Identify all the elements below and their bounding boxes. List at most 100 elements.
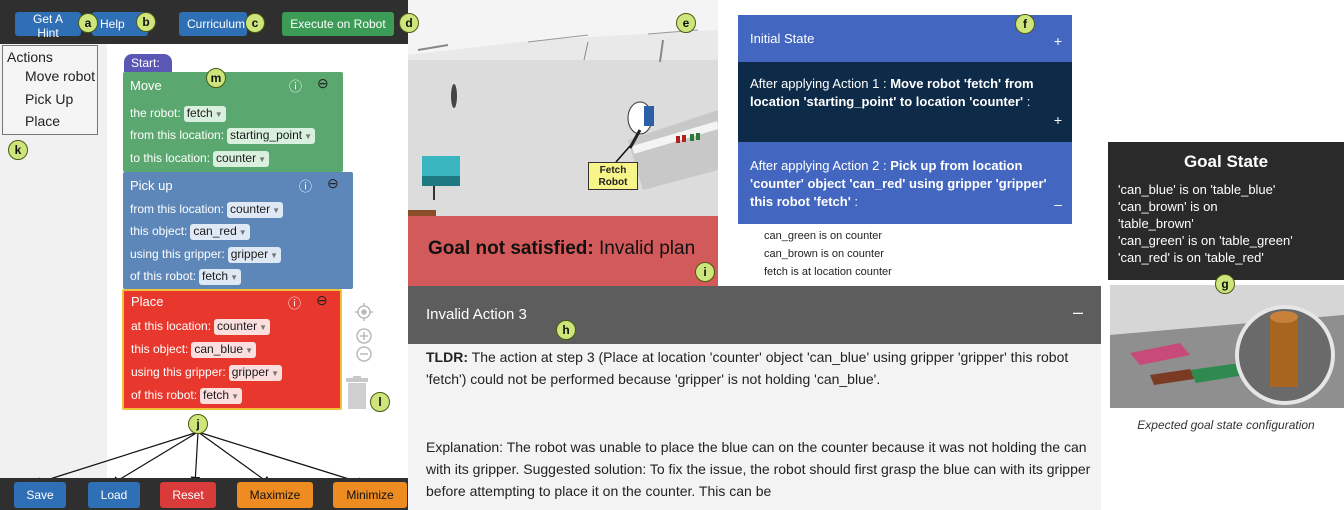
accordion-action-2[interactable]: After applying Action 2 : Pick up from l… <box>738 142 1072 224</box>
load-button[interactable]: Load <box>88 482 140 508</box>
info-icon[interactable]: ⓘ <box>299 176 312 195</box>
field-label: this object: <box>131 342 189 356</box>
collapse-icon[interactable]: ⊖ <box>316 292 328 309</box>
goal-line: 'table_brown' <box>1118 216 1194 231</box>
goal-line: 'can_red' is on 'table_red' <box>1118 250 1264 265</box>
save-button[interactable]: Save <box>14 482 66 508</box>
actions-menu: Actions Move robot Pick Up Place <box>2 45 98 135</box>
field-label: from this location: <box>130 202 225 216</box>
accordion-label: After applying Action 2 : <box>750 158 891 173</box>
expand-icon[interactable]: + <box>1054 33 1062 49</box>
accordion-label: Initial State <box>750 31 815 46</box>
field-label: to this location: <box>130 151 211 165</box>
goal-status-label: Goal not satisfied: <box>428 238 594 259</box>
simulation-scene <box>408 0 718 216</box>
robot-dropdown[interactable]: fetch ▼ <box>183 106 226 122</box>
field-label: from this location: <box>130 128 225 142</box>
annotation-marker: f <box>1015 14 1035 34</box>
zoom-controls <box>355 303 373 362</box>
annotation-marker: m <box>206 68 226 88</box>
execute-on-robot-button[interactable]: Execute on Robot <box>282 12 394 36</box>
explanation-paragraph: Explanation: The robot was unable to pla… <box>426 439 1091 499</box>
get-hint-button[interactable]: Get A Hint <box>15 12 81 40</box>
accordion-action-1[interactable]: After applying Action 1 : Move robot 'fe… <box>738 62 1072 142</box>
start-block[interactable]: Start: <box>124 54 172 72</box>
annotation-marker: g <box>1215 274 1235 294</box>
info-icon[interactable]: ⓘ <box>289 76 302 95</box>
reset-button[interactable]: Reset <box>160 482 216 508</box>
goal-line: 'can_brown' is on <box>1118 199 1218 214</box>
action-pick-up[interactable]: Pick Up <box>25 91 73 107</box>
block-title: Pick up <box>130 178 173 193</box>
annotation-marker: b <box>136 12 156 32</box>
location-dropdown[interactable]: counter ▼ <box>214 319 270 335</box>
gripper-dropdown[interactable]: gripper ▼ <box>227 247 281 263</box>
to-location-dropdown[interactable]: counter ▼ <box>213 151 269 167</box>
invalid-action-title: Invalid Action 3 <box>426 306 527 323</box>
gripper-dropdown[interactable]: gripper ▼ <box>228 365 282 381</box>
annotation-marker: j <box>188 414 208 434</box>
state-facts-list: can_green is on counter can_brown is on … <box>738 224 1072 286</box>
annotation-marker: a <box>78 13 98 33</box>
robot-dropdown[interactable]: fetch ▼ <box>200 388 242 404</box>
move-block[interactable]: Move ⓘ ⊖ the robot: fetch ▼ from this loca… <box>123 72 343 172</box>
place-block[interactable]: Place ⓘ ⊖ at this location: counter ▼ this… <box>122 289 342 410</box>
field-label: the robot: <box>130 106 181 120</box>
curriculum-button[interactable]: Curriculum <box>179 12 247 36</box>
goal-state-image <box>1110 285 1344 408</box>
collapse-icon[interactable]: – <box>1054 196 1062 212</box>
goal-state-title: Goal State <box>1183 152 1269 171</box>
goal-status-banner: Goal not satisfied: Invalid plan <box>408 216 718 286</box>
goal-image-caption: Expected goal state configuration <box>1137 418 1315 432</box>
annotation-marker: d <box>399 13 419 33</box>
maximize-button[interactable]: Maximize <box>237 482 313 508</box>
expand-icon[interactable]: + <box>1054 112 1062 128</box>
annotation-marker: l <box>370 392 390 412</box>
invalid-action-header[interactable]: Invalid Action 3 – <box>408 286 1101 344</box>
annotation-marker: e <box>676 13 696 33</box>
annotation-marker: c <box>245 13 265 33</box>
recenter-icon[interactable] <box>355 303 373 321</box>
list-item: fetch is at location counter <box>764 266 892 278</box>
annotation-marker: i <box>695 262 715 282</box>
list-item: can_brown is on counter <box>764 248 884 260</box>
zoom-out-icon[interactable] <box>356 346 372 362</box>
field-label: of this robot: <box>130 269 197 283</box>
accordion-label: After applying Action 1 : <box>750 76 891 91</box>
invalid-action-body: TLDR: The action at step 3 (Place at loc… <box>408 344 1101 510</box>
actions-menu-title: Actions <box>7 49 53 65</box>
field-label: using this gripper: <box>130 247 225 261</box>
block-title: Place <box>131 294 164 309</box>
goal-line: 'can_blue' is on 'table_blue' <box>1118 182 1276 197</box>
action-move-robot[interactable]: Move robot <box>25 68 95 84</box>
collapse-icon[interactable]: – <box>1073 302 1083 323</box>
object-dropdown[interactable]: can_blue ▼ <box>191 342 257 358</box>
annotation-marker: k <box>8 140 28 160</box>
from-location-dropdown[interactable]: starting_point ▼ <box>227 128 316 144</box>
list-item: can_green is on counter <box>764 230 883 242</box>
field-label: at this location: <box>131 319 212 333</box>
field-label: this object: <box>130 224 188 238</box>
collapse-icon[interactable]: ⊖ <box>317 75 329 92</box>
robot-dropdown[interactable]: fetch ▼ <box>199 269 241 285</box>
info-icon[interactable]: ⓘ <box>288 293 301 312</box>
collapse-icon[interactable]: ⊖ <box>327 175 339 192</box>
goal-status-text: Invalid plan <box>593 238 696 259</box>
simulation-view[interactable]: Fetch Robot <box>408 0 718 216</box>
bottom-toolbar: Save Load Reset Maximize Minimize <box>0 478 408 510</box>
goal-line: 'can_green' is on 'table_green' <box>1118 233 1293 248</box>
minimize-button[interactable]: Minimize <box>333 482 407 508</box>
annotation-marker: h <box>556 320 576 340</box>
goal-state-panel: Goal State 'can_blue' is on 'table_blue'… <box>1108 142 1344 280</box>
zoom-in-icon[interactable] <box>356 328 372 344</box>
tldr-paragraph: TLDR: The action at step 3 (Place at loc… <box>426 349 1069 387</box>
field-label: of this robot: <box>131 388 198 402</box>
object-dropdown[interactable]: can_red ▼ <box>190 224 250 240</box>
field-label: using this gripper: <box>131 365 226 379</box>
action-place[interactable]: Place <box>25 113 60 129</box>
trash-icon[interactable] <box>344 376 370 410</box>
location-dropdown[interactable]: counter ▼ <box>227 202 283 218</box>
fetch-robot-label: Fetch Robot <box>588 162 638 190</box>
pick-up-block[interactable]: Pick up ⓘ ⊖ from this location: counter ▼ … <box>123 172 353 289</box>
editor-toolbar: Get A Hint Help Curriculum Execute on Ro… <box>0 0 408 44</box>
